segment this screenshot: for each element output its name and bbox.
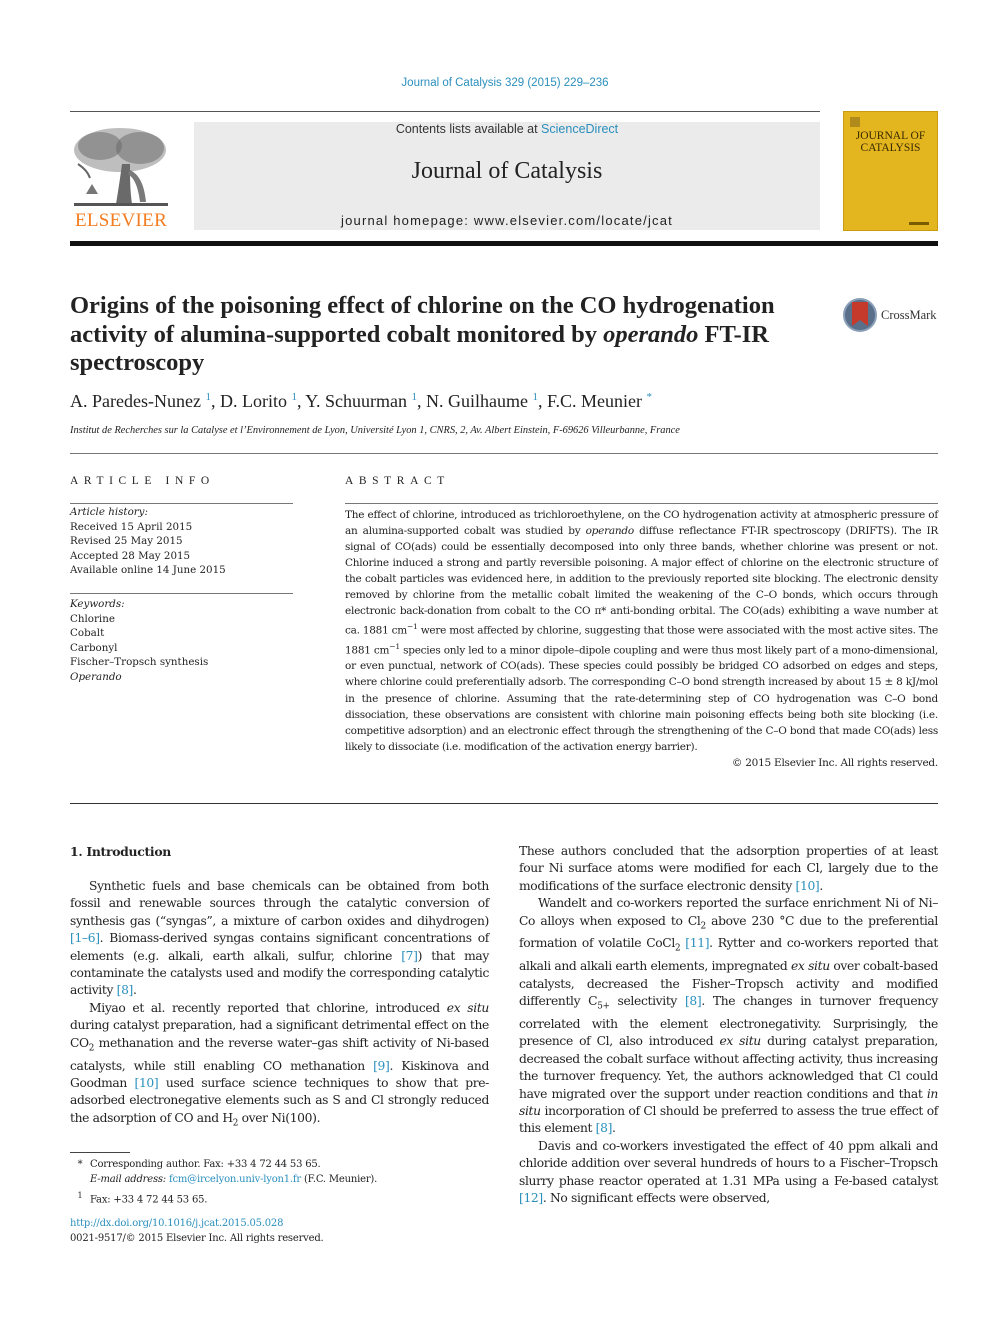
citation-link[interactable]: [11] — [685, 936, 709, 950]
issn-copyright: 0021-9517/© 2015 Elsevier Inc. All right… — [70, 1233, 324, 1245]
crossmark-button[interactable]: CrossMark — [843, 296, 943, 336]
author[interactable]: N. Guilhaume 1 — [426, 391, 538, 411]
keyword: Carbonyl — [70, 641, 118, 654]
body-right-column: These authors concluded that the adsorpt… — [519, 843, 938, 1207]
doi-link[interactable]: http://dx.doi.org/10.1016/j.jcat.2015.05… — [70, 1218, 283, 1229]
citation-link[interactable]: [8] — [685, 994, 702, 1008]
citation-link[interactable]: [10] — [796, 879, 820, 893]
author-list: A. Paredes-Nunez 1, D. Lorito 1, Y. Schu… — [70, 391, 653, 411]
keywords-rule — [70, 593, 293, 594]
cover-footer-mark — [909, 222, 929, 225]
elsevier-logo[interactable]: ELSEVIER — [70, 124, 172, 232]
author[interactable]: A. Paredes-Nunez 1 — [70, 391, 211, 411]
citation-link[interactable]: [12] — [519, 1191, 543, 1205]
paragraph: Davis and co-workers investigated the ef… — [519, 1138, 938, 1206]
footnotes: * Corresponding author. Fax: +33 4 72 44 … — [70, 1157, 500, 1207]
citation-link[interactable]: [1–6] — [70, 931, 100, 945]
author-affiliation-mark[interactable]: 1 — [411, 391, 417, 403]
footnote-fax: 1 Fax: +33 4 72 44 53 65. — [77, 1190, 208, 1205]
keyword: Fischer–Tropsch synthesis — [70, 656, 209, 668]
history-online: Available online 14 June 2015 — [70, 564, 226, 576]
masthead-divider — [70, 241, 938, 246]
paragraph: These authors concluded that the adsorpt… — [519, 844, 938, 893]
homepage-link[interactable]: www.elsevier.com/locate/jcat — [474, 213, 673, 228]
paragraph: Miyao et al. recently reported that chlo… — [70, 1000, 489, 1129]
sciencedirect-link[interactable]: ScienceDirect — [541, 122, 618, 136]
journal-cover-thumbnail[interactable]: JOURNAL OF CATALYSIS — [843, 111, 938, 231]
article-title: Origins of the poisoning effect of chlor… — [70, 292, 775, 376]
footnote-rule — [70, 1152, 130, 1153]
journal-title: Journal of Catalysis — [411, 158, 603, 184]
citation-link[interactable]: [8] — [117, 983, 134, 997]
email-link[interactable]: fcm@ircelyon.univ-lyon1.fr — [169, 1174, 301, 1185]
author[interactable]: F.C. Meunier * — [547, 391, 652, 411]
footnote-email: E-mail address: fcm@ircelyon.univ-lyon1.… — [90, 1174, 378, 1186]
corresponding-author-mark[interactable]: * — [647, 391, 653, 403]
citation-link[interactable]: [9] — [373, 1059, 390, 1073]
author-affiliation-mark[interactable]: 1 — [532, 391, 538, 403]
keyword: Operando — [70, 670, 122, 683]
keyword: Cobalt — [70, 627, 105, 639]
article-info-rule — [70, 503, 293, 504]
abstract-text: The effect of chlorine, introduced as tr… — [345, 507, 938, 771]
author-affiliation-mark[interactable]: 1 — [291, 391, 297, 403]
journal-citation-link[interactable]: Journal of Catalysis 329 (2015) 229–236 — [0, 77, 992, 89]
crossmark-label: CrossMark — [881, 308, 937, 322]
doi-block: http://dx.doi.org/10.1016/j.jcat.2015.05… — [70, 1216, 324, 1247]
keyword: Chlorine — [70, 612, 115, 625]
paragraph: Synthetic fuels and base chemicals can b… — [70, 879, 489, 998]
cover-logo-icon — [850, 117, 860, 127]
cover-title: JOURNAL OF CATALYSIS — [855, 130, 926, 154]
article-info-heading: ARTICLE INFO — [70, 475, 215, 487]
journal-masthead: Contents lists available at ScienceDirec… — [194, 122, 820, 230]
abstract-copyright: © 2015 Elsevier Inc. All rights reserved… — [731, 756, 938, 769]
publisher-name: ELSEVIER — [74, 210, 168, 231]
elsevier-tree-icon — [74, 128, 168, 206]
citation-link[interactable]: [7] — [401, 949, 418, 963]
abstract-heading: ABSTRACT — [345, 475, 450, 487]
author-affiliation-mark[interactable]: 1 — [205, 391, 211, 403]
paragraph: Wandelt and co-workers reported the surf… — [519, 896, 938, 1136]
header-rule — [70, 111, 820, 112]
affiliation: Institut de Recherches sur la Catalyse e… — [70, 425, 680, 436]
history-revised: Revised 25 May 2015 — [70, 535, 183, 547]
keywords: Keywords: Chlorine Cobalt Carbonyl Fisch… — [70, 597, 293, 684]
contents-line: Contents lists available at ScienceDirec… — [395, 122, 619, 136]
section-heading-introduction: 1. Introduction — [70, 844, 171, 859]
affiliation-divider — [70, 453, 938, 454]
citation-link[interactable]: [10] — [135, 1076, 159, 1090]
history-received: Received 15 April 2015 — [70, 520, 193, 533]
abstract-rule — [345, 503, 938, 504]
body-left-column: Synthetic fuels and base chemicals can b… — [70, 878, 489, 1133]
history-accepted: Accepted 28 May 2015 — [70, 549, 191, 562]
footnote-corresponding: * Corresponding author. Fax: +33 4 72 44 … — [77, 1159, 321, 1170]
journal-homepage: journal homepage: www.elsevier.com/locat… — [341, 213, 673, 228]
author[interactable]: Y. Schuurman 1 — [305, 391, 417, 411]
article-history: Article history: Received 15 April 2015 … — [70, 505, 293, 578]
author[interactable]: D. Lorito 1 — [220, 391, 297, 411]
abstract-divider — [70, 803, 938, 804]
citation-link[interactable]: [8] — [596, 1121, 613, 1135]
